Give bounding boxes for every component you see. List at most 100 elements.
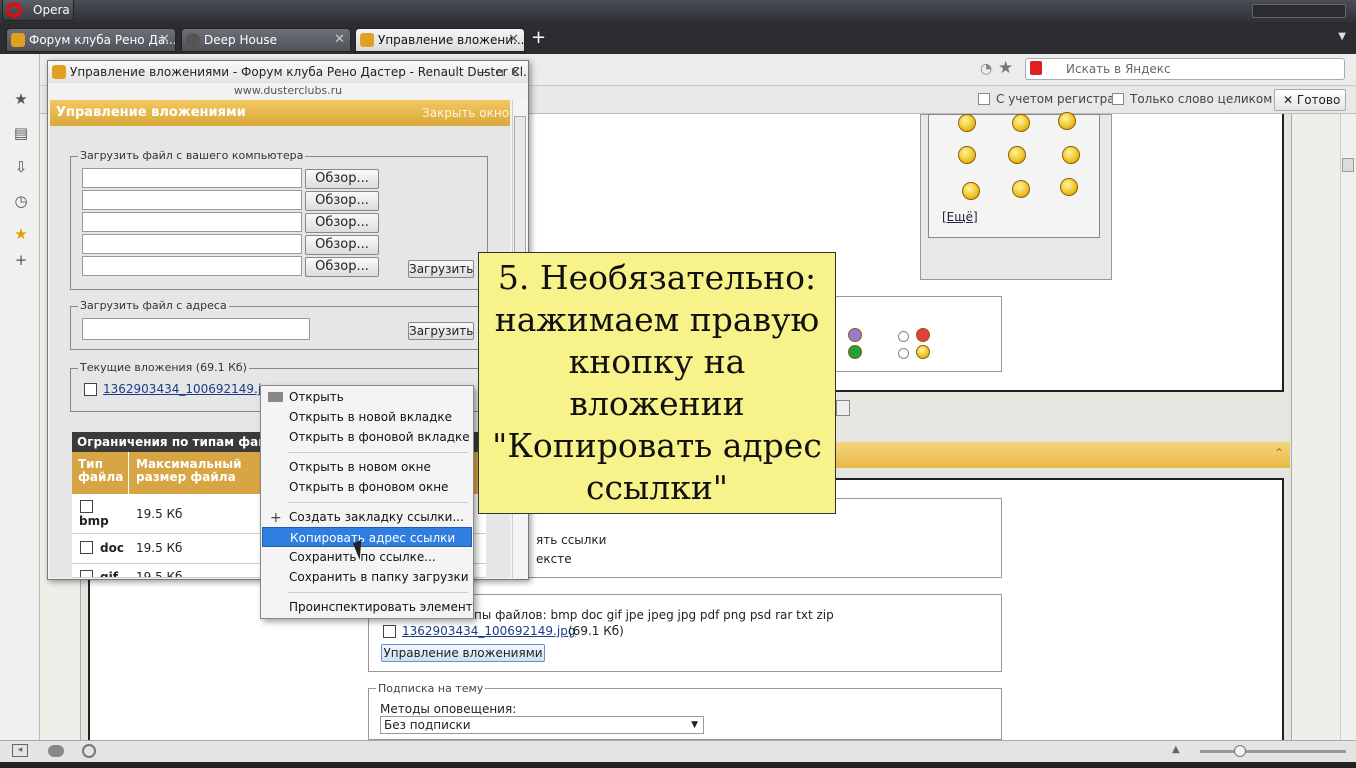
- file-input[interactable]: [82, 190, 302, 210]
- file-input[interactable]: [82, 212, 302, 232]
- ctx-copy-link-address[interactable]: Копировать адрес ссылки: [262, 527, 472, 547]
- ctx-open-background-tab[interactable]: Открыть в фоновой вкладке: [262, 427, 472, 447]
- tab-label: Форум клуба Рено Да...: [29, 33, 176, 47]
- ctx-open-new-tab[interactable]: Открыть в новой вкладке: [262, 407, 472, 427]
- ctx-open[interactable]: Открыть: [262, 387, 472, 407]
- image-file-icon: [84, 383, 97, 396]
- smiley-icon[interactable]: [1060, 178, 1078, 196]
- subscription-select[interactable]: Без подписки ▼: [380, 716, 704, 734]
- turbo-icon[interactable]: [82, 744, 96, 758]
- notify-methods-label: Методы оповещения:: [380, 702, 517, 716]
- max-size: 19.5 Кб: [136, 570, 183, 578]
- tutorial-annotation: 5. Необязательно: нажимаем правую кнопку…: [478, 252, 836, 514]
- opera-logo-icon: [6, 2, 22, 18]
- smiley-icon[interactable]: [1012, 180, 1030, 198]
- annotation-line: кнопку на: [568, 342, 746, 381]
- ctx-open-new-window[interactable]: Открыть в новом окне: [262, 457, 472, 477]
- zoom-arrow-icon[interactable]: ▲: [1172, 744, 1180, 755]
- attachment-link[interactable]: 1362903434_100692149.jpg: [402, 624, 575, 638]
- tab-close-icon[interactable]: ✕: [334, 29, 345, 51]
- new-tab-plus-icon[interactable]: +: [531, 27, 546, 48]
- upload-button[interactable]: Загрузить: [408, 260, 474, 278]
- url-input[interactable]: [82, 318, 310, 340]
- find-done-button[interactable]: ✕ Готово: [1274, 89, 1346, 111]
- ctx-open-background-window[interactable]: Открыть в фоновом окне: [262, 477, 472, 497]
- mood-radio[interactable]: [898, 331, 909, 342]
- max-size: 19.5 Кб: [136, 507, 183, 521]
- popup-window-controls[interactable]: —▫✕: [478, 61, 526, 83]
- speed-dial-star-icon[interactable]: ★: [12, 225, 30, 243]
- upload-url-button[interactable]: Загрузить: [408, 322, 474, 340]
- tab-close-icon[interactable]: ✕: [508, 29, 519, 51]
- yandex-icon[interactable]: [1030, 61, 1042, 75]
- downloads-icon[interactable]: ⇩: [12, 158, 30, 176]
- tab-attachments[interactable]: Управление вложени... ✕: [355, 28, 525, 52]
- browse-button[interactable]: Обзор...: [305, 191, 379, 211]
- file-input[interactable]: [82, 256, 302, 276]
- annotation-line: вложении: [569, 384, 745, 423]
- search-input[interactable]: Искать в Яндекс: [1025, 58, 1345, 80]
- smiley-icon[interactable]: [958, 146, 976, 164]
- add-panel-plus-icon[interactable]: +: [12, 251, 30, 269]
- manage-attachments-button[interactable]: Управление вложениями: [381, 644, 545, 662]
- ctx-separator: [288, 502, 468, 503]
- tab-label: Deep House: [204, 33, 278, 47]
- smiley-icon[interactable]: [1012, 114, 1030, 132]
- unite-cloud-icon[interactable]: [48, 745, 64, 757]
- bookmark-star-icon[interactable]: ★: [998, 58, 1013, 78]
- annotation-line: 5. Необязательно:: [497, 258, 817, 297]
- popup-favicon-icon: [52, 65, 66, 79]
- tab-close-icon[interactable]: ✕: [159, 29, 170, 51]
- browse-button[interactable]: Обзор...: [305, 235, 379, 255]
- subscription-value: Без подписки: [384, 718, 471, 732]
- allowed-types-text: пы файлов: bmp doc gif jpe jpeg jpg pdf …: [474, 608, 834, 622]
- zoom-slider-knob[interactable]: [1234, 745, 1246, 757]
- tab-label: Управление вложени...: [378, 33, 525, 47]
- bookmarks-star-icon[interactable]: ★: [12, 90, 30, 108]
- bmp-file-icon: [80, 500, 93, 513]
- partial-button[interactable]: [836, 400, 850, 416]
- browse-button[interactable]: Обзор...: [305, 257, 379, 277]
- smiley-icon[interactable]: [958, 114, 976, 132]
- match-case-checkbox[interactable]: [978, 93, 990, 105]
- gif-file-icon: [80, 570, 93, 577]
- page-scrollbar[interactable]: [1340, 114, 1356, 740]
- whole-word-checkbox[interactable]: [1112, 93, 1124, 105]
- image-file-icon: [383, 625, 396, 638]
- tab-menu-chevron-icon[interactable]: ▼: [1338, 31, 1346, 42]
- window-controls[interactable]: [1252, 4, 1346, 18]
- file-type: gif: [100, 570, 118, 578]
- file-type: bmp: [79, 514, 109, 528]
- mood-radio[interactable]: [898, 348, 909, 359]
- rss-icon[interactable]: ◔: [980, 61, 992, 77]
- popup-close-link[interactable]: Закрыть окно: [422, 106, 509, 120]
- option-text: ексте: [536, 552, 572, 566]
- done-label: Готово: [1296, 93, 1341, 107]
- page-scrollbar-thumb[interactable]: [1342, 158, 1354, 172]
- tab-deep-house[interactable]: Deep House ✕: [181, 28, 351, 52]
- browse-button[interactable]: Обзор...: [305, 213, 379, 233]
- browse-button[interactable]: Обзор...: [305, 169, 379, 189]
- dropdown-arrow-icon: ▼: [691, 720, 698, 730]
- popup-attachment-link[interactable]: 1362903434_100692149.jpg: [103, 382, 276, 396]
- tab-forum[interactable]: Форум клуба Рено Да... ✕: [6, 28, 176, 52]
- file-input[interactable]: [82, 168, 302, 188]
- smiley-icon[interactable]: [1008, 146, 1026, 164]
- col-max-header: Максимальный размер файла: [136, 457, 242, 484]
- file-input[interactable]: [82, 234, 302, 254]
- collapse-arrows-icon[interactable]: ⌃: [1274, 446, 1284, 460]
- zoom-slider[interactable]: [1200, 750, 1346, 753]
- max-size: 19.5 Кб: [136, 541, 183, 555]
- option-text: ять ссылки: [536, 533, 607, 547]
- history-clock-icon[interactable]: ◷: [12, 192, 30, 210]
- smiley-icon[interactable]: [1062, 146, 1080, 164]
- ctx-save-to-downloads[interactable]: Сохранить в папку загрузки: [262, 567, 472, 587]
- whole-word-label: Только слово целиком: [1130, 92, 1273, 106]
- ctx-bookmark-link[interactable]: Создать закладку ссылки...: [262, 507, 472, 527]
- smiley-icon[interactable]: [962, 182, 980, 200]
- ctx-inspect-element[interactable]: Проинспектировать элемент: [262, 597, 473, 617]
- panel-toggle-icon[interactable]: ◂: [12, 744, 28, 757]
- notes-icon[interactable]: ▤: [12, 124, 30, 142]
- smiley-icon[interactable]: [1058, 112, 1076, 130]
- more-smileys-link[interactable]: [Ещё]: [942, 210, 978, 224]
